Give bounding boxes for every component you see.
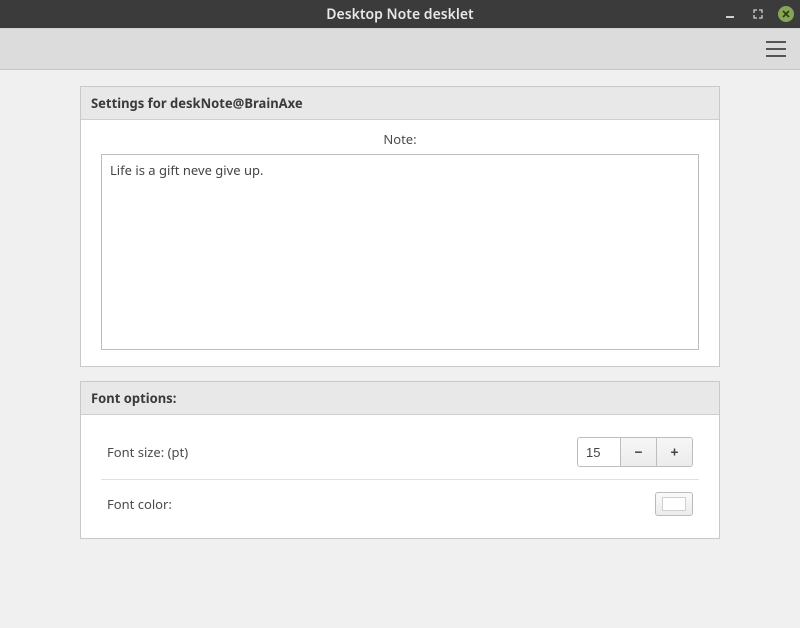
font-size-input[interactable] — [578, 438, 620, 466]
plus-icon: + — [670, 443, 678, 462]
maximize-icon — [753, 9, 763, 19]
font-color-label: Font color: — [107, 495, 172, 513]
font-size-increment[interactable]: + — [656, 438, 692, 466]
font-options-panel: Font options: Font size: (pt) − + Font c… — [80, 381, 720, 539]
minimize-button[interactable] — [722, 6, 738, 22]
window-title: Desktop Note desklet — [326, 5, 473, 24]
close-button[interactable] — [778, 6, 794, 22]
window-controls — [722, 0, 794, 28]
minus-icon: − — [634, 443, 642, 462]
font-size-stepper: − + — [577, 437, 693, 467]
menu-button[interactable] — [766, 41, 786, 57]
close-icon — [781, 9, 791, 19]
font-size-decrement[interactable]: − — [620, 438, 656, 466]
content: Settings for deskNote@BrainAxe Note: Fon… — [0, 70, 800, 539]
settings-panel-header: Settings for deskNote@BrainAxe — [81, 87, 719, 120]
font-color-swatch — [662, 497, 686, 511]
font-color-row: Font color: — [101, 479, 699, 528]
note-label: Note: — [81, 120, 719, 154]
font-size-row: Font size: (pt) − + — [101, 425, 699, 479]
font-options-header: Font options: — [81, 382, 719, 415]
font-options-body: Font size: (pt) − + Font color: — [81, 415, 719, 538]
font-color-button[interactable] — [655, 492, 693, 516]
hamburger-icon — [766, 41, 786, 43]
maximize-button[interactable] — [750, 6, 766, 22]
note-textarea[interactable] — [101, 154, 699, 350]
font-size-label: Font size: (pt) — [107, 443, 188, 461]
titlebar: Desktop Note desklet — [0, 0, 800, 28]
minimize-icon — [725, 9, 735, 19]
settings-panel: Settings for deskNote@BrainAxe Note: — [80, 86, 720, 367]
toolbar — [0, 28, 800, 70]
settings-panel-body: Note: — [81, 120, 719, 366]
